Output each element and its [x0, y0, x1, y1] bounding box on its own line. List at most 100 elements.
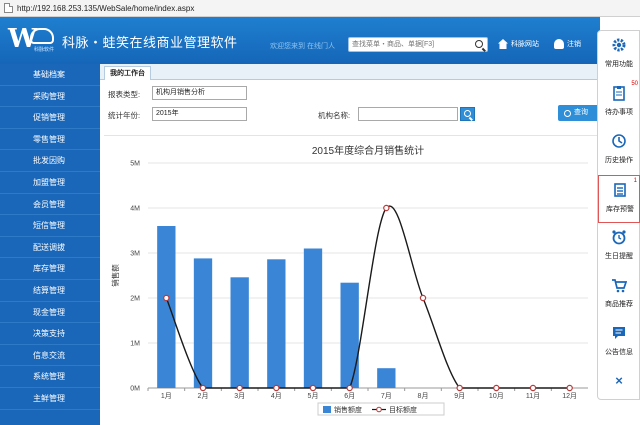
line-point: [456, 384, 463, 392]
tab-workbench[interactable]: 我的工作台: [104, 66, 151, 80]
bar: [377, 368, 396, 388]
y-tick-label: 3M: [130, 251, 140, 258]
sidebar-item[interactable]: 短信管理: [0, 215, 100, 237]
legend-bar-swatch: [323, 406, 331, 413]
org-label: 机构名称:: [318, 111, 351, 120]
quick-item[interactable]: 待办事项 50: [598, 79, 640, 127]
org-lookup-button[interactable]: [460, 107, 475, 121]
line-point: [163, 294, 170, 302]
quick-panel: × 常用功能待办事项 50 历史操作 库存预警 1 生日提醒商品推荐 公告信息: [597, 30, 640, 400]
sidebar-item[interactable]: 基础档案: [0, 64, 100, 86]
sidebar-item[interactable]: 库存管理: [0, 258, 100, 280]
message-icon: [611, 325, 627, 341]
user-icon: [554, 39, 564, 49]
line-point: [273, 384, 280, 392]
sidebar-nav: 基础档案 采购管理 促销管理 零售管理 批发因购 加盟管理 会员管理 短信管理 配送调拔 库存管理…: [0, 64, 100, 425]
quick-item[interactable]: 库存预警 1: [598, 175, 640, 223]
x-tick-label: 7月: [381, 392, 392, 400]
sidebar-item[interactable]: 配送调拔: [0, 237, 100, 259]
sidebar-item[interactable]: 会员管理: [0, 194, 100, 216]
logout-link[interactable]: 注销: [554, 39, 581, 49]
sidebar-item[interactable]: 结算管理: [0, 280, 100, 302]
x-tick-label: 6月: [344, 392, 355, 400]
menu-search[interactable]: [348, 37, 488, 52]
y-tick-label: 4M: [130, 206, 140, 213]
gear-icon: [611, 37, 627, 53]
close-icon[interactable]: ×: [598, 373, 640, 388]
line-point: [199, 384, 207, 392]
line-point: [383, 204, 390, 212]
sidebar-item[interactable]: 批发因购: [0, 150, 100, 172]
cloud-icon: [30, 28, 54, 44]
address-bar[interactable]: http://192.168.253.135/WebSale/home/inde…: [0, 0, 640, 17]
sidebar-item[interactable]: 零售管理: [0, 129, 100, 151]
x-tick-label: 8月: [418, 392, 429, 400]
x-tick-label: 4月: [271, 392, 282, 400]
line-point: [529, 384, 537, 392]
quick-item-badge: 1: [633, 178, 637, 184]
x-tick-label: 5月: [308, 392, 319, 400]
quick-item-label: 生日提醒: [605, 253, 633, 260]
home-link[interactable]: 科脉网站: [498, 39, 539, 49]
page-icon: [4, 3, 13, 13]
sidebar-item[interactable]: 信息交流: [0, 345, 100, 367]
y-axis-label: 销售额: [110, 264, 120, 287]
clipboard-icon: [611, 85, 627, 101]
sidebar-item[interactable]: 现金管理: [0, 302, 100, 324]
line-point: [309, 384, 317, 392]
legend-line-marker: [376, 406, 382, 413]
report-type-field[interactable]: 机构月销售分析: [152, 86, 247, 100]
url-text[interactable]: http://192.168.253.135/WebSale/home/inde…: [17, 4, 194, 13]
y-tick-label: 0M: [130, 386, 140, 393]
logo: W 科脉软件: [8, 24, 58, 56]
sidebar-item[interactable]: 促销管理: [0, 107, 100, 129]
tab-strip: 我的工作台: [100, 64, 600, 80]
search-icon: [464, 110, 471, 117]
quick-item[interactable]: 历史操作: [598, 127, 640, 175]
line-point: [419, 294, 427, 302]
cart-icon: [611, 277, 628, 293]
year-field[interactable]: 2015年: [152, 107, 247, 121]
org-field[interactable]: [358, 107, 458, 121]
chart-svg: 2015年度综合月销售统计 0M 1M 2M 3M 4M 5M 销售额 1月 2月 3月 4月 5月 6月…: [110, 144, 588, 416]
quick-item[interactable]: 公告信息: [598, 319, 640, 367]
x-tick-label: 11月: [526, 392, 540, 400]
line-point: [236, 384, 243, 392]
quick-item-badge: 50: [631, 81, 638, 87]
year-label: 统计年份:: [108, 111, 141, 120]
query-button[interactable]: 查询: [558, 105, 600, 121]
welcome-text: 欢迎您来到 在线门人: [270, 43, 335, 50]
history-icon: [611, 133, 627, 149]
legend-label: 目标额度: [389, 405, 417, 414]
bar: [340, 282, 359, 388]
quick-item[interactable]: 商品推荐: [598, 271, 640, 319]
home-icon: [498, 39, 508, 49]
sidebar-item[interactable]: 系统管理: [0, 366, 100, 388]
sidebar-item[interactable]: 决策支持: [0, 323, 100, 345]
home-link-label: 科脉网站: [511, 41, 539, 48]
main-content: 我的工作台 报表类型: 机构月销售分析 统计年份: 2015年 机构名称: 查询…: [100, 64, 600, 425]
sidebar-item[interactable]: 加盟管理: [0, 172, 100, 194]
x-tick-label: 1月: [161, 392, 172, 400]
bar: [267, 259, 286, 388]
bar: [157, 226, 176, 388]
app-header: W 科脉软件 科脉・蛙笑在线商业管理软件 欢迎您来到 在线门人 科脉网站 注销: [0, 17, 600, 64]
x-tick-label: 9月: [454, 392, 465, 400]
sidebar-item[interactable]: 主鲜管理: [0, 388, 100, 410]
quick-item[interactable]: 生日提醒: [598, 223, 640, 271]
report-type-label: 报表类型:: [108, 90, 141, 99]
chart-title: 2015年度综合月销售统计: [312, 144, 424, 157]
series-line: [165, 205, 570, 389]
y-tick-label: 1M: [130, 341, 140, 348]
legend-label: 销售额度: [334, 405, 362, 414]
y-tick-label: 5M: [130, 161, 140, 168]
x-tick-label: 3月: [234, 392, 245, 400]
app-title: 科脉・蛙笑在线商业管理软件: [62, 35, 238, 50]
quick-item-label: 常用功能: [605, 61, 633, 68]
search-icon[interactable]: [475, 40, 483, 48]
sidebar-item[interactable]: 采购管理: [0, 86, 100, 108]
menu-search-input[interactable]: [349, 38, 467, 51]
quick-item[interactable]: 常用功能: [598, 31, 640, 79]
query-label: 查询: [574, 109, 588, 116]
search-icon: [564, 109, 571, 117]
